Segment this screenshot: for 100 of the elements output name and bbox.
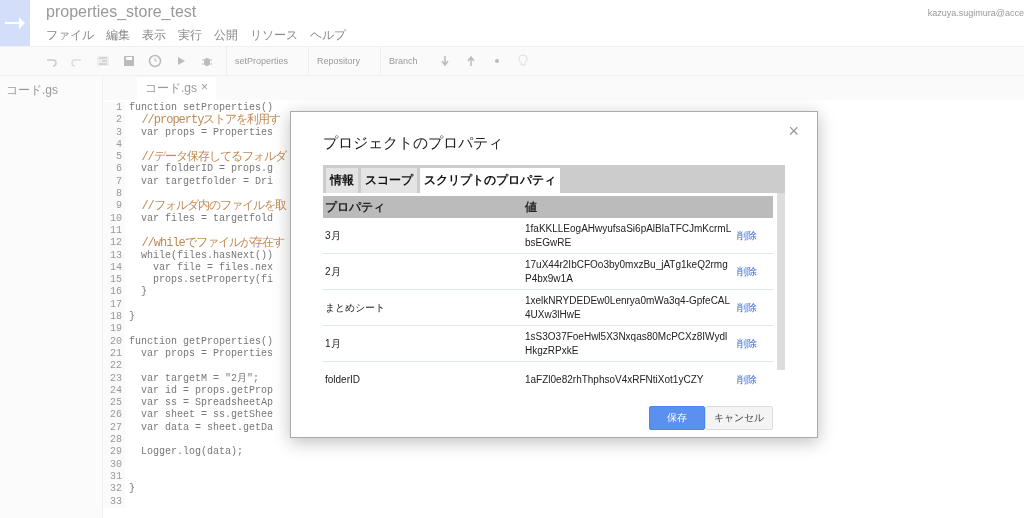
line-number: 13: [109, 249, 122, 262]
property-value: 1faKKLLEogAHwyufsaSi6pAlBlaTFCJmKcrmLbsEGwRE: [525, 221, 733, 250]
menu-item[interactable]: ファイル: [46, 26, 94, 44]
code-line: var props = Properties: [140, 347, 275, 361]
code-line: }: [140, 286, 148, 299]
editor-tab[interactable]: コード.gs: [145, 80, 197, 97]
delete-link[interactable]: 削除: [737, 336, 757, 351]
lightbulb-icon[interactable]: [515, 54, 530, 68]
property-value: 1xelkNRYDEDEw0Lenrya0mWa3q4-GpfeCAL4UXw3lHwE: [525, 293, 732, 322]
code-line: //whileでファイルが存在す: [140, 237, 285, 250]
line-number: 22: [109, 360, 122, 373]
close-button[interactable]: ×: [782, 120, 805, 143]
code-line: var targetM = "2月";: [140, 372, 261, 385]
line-number: 29: [109, 446, 122, 459]
line-number: 11: [109, 224, 122, 238]
column-header: 値: [525, 200, 538, 214]
line-number: 4: [115, 138, 122, 152]
code-line: var folderID = props.g: [140, 163, 275, 176]
dialog-tab[interactable]: 情報: [326, 168, 358, 193]
line-number: 17: [109, 298, 122, 312]
file-item[interactable]: コード.gs: [0, 76, 102, 105]
column-header: プロパティ: [324, 198, 386, 216]
code-line: var files = targetfold: [140, 212, 275, 225]
code-line: var targetfolder = Dri: [140, 175, 275, 189]
line-number: 31: [109, 470, 122, 484]
code-line: function getProperties(): [129, 335, 275, 348]
project-title[interactable]: properties_store_test: [46, 2, 928, 21]
code-line: //データ保存してるフォルダ: [140, 151, 286, 164]
line-number: 28: [109, 434, 122, 447]
line-number: 33: [109, 495, 122, 508]
code-line: Logger.log(data);: [140, 446, 245, 459]
property-name: 3月: [324, 228, 342, 243]
code-line: var props = Properties: [140, 126, 275, 139]
line-number: 27: [109, 421, 122, 434]
code-line: var id = props.getProp: [140, 384, 275, 397]
clock-icon[interactable]: [148, 54, 162, 68]
menu-item[interactable]: 表示: [142, 26, 166, 44]
property-value: 1aFZl0e82rhThphsoV4xRFNtiXot1yCZY: [525, 372, 705, 387]
delete-link[interactable]: 削除: [737, 300, 757, 315]
menu-item[interactable]: 実行: [178, 26, 202, 44]
line-number: 32: [109, 483, 122, 496]
line-number: 30: [109, 458, 122, 471]
dialog-tab[interactable]: スコープ: [361, 168, 417, 193]
property-name: 1月: [324, 336, 342, 351]
line-number: 15: [109, 274, 122, 287]
code-line: while(files.hasNext()): [140, 249, 275, 262]
line-number: 24: [109, 384, 122, 398]
line-number: 23: [109, 372, 122, 385]
scrollbar[interactable]: [777, 193, 785, 370]
delete-link[interactable]: 削除: [737, 228, 757, 243]
line-number: 20: [109, 335, 122, 348]
repository-menu[interactable]: Repository: [317, 56, 361, 66]
delete-link[interactable]: 削除: [737, 264, 757, 279]
line-number: 7: [115, 175, 122, 189]
code-line: function setProperties(): [129, 102, 274, 114]
line-number: 25: [109, 397, 122, 410]
user-email[interactable]: kazuya.sugimura@acce: [927, 0, 1024, 46]
code-line: var data = sheet.getDa: [140, 421, 275, 434]
line-number: 9: [115, 200, 122, 213]
code-line: var ss = SpreadsheetAp: [140, 397, 275, 409]
indent-icon[interactable]: [96, 54, 110, 68]
property-value: 17uX44r2IbCFOo3by0mxzBu_jATg1keQ2rmgP4bx9w1A: [525, 257, 729, 286]
line-number: 19: [109, 323, 122, 336]
dialog-tab[interactable]: スクリプトのプロパティ: [420, 168, 560, 193]
line-number: 6: [115, 163, 122, 176]
cancel-button[interactable]: キャンセル: [705, 406, 773, 430]
line-number: 12: [109, 237, 122, 250]
code-line: }: [129, 483, 136, 496]
line-number: 10: [109, 212, 122, 225]
code-line: props.setProperty(fi: [152, 274, 275, 287]
menu-item[interactable]: ヘルプ: [310, 26, 346, 44]
function-select[interactable]: setProperties: [235, 56, 289, 66]
line-number: 16: [109, 286, 122, 299]
tab-close-button[interactable]: ×: [201, 80, 209, 97]
property-name: まとめシート: [324, 300, 386, 315]
line-number: 2: [115, 114, 122, 127]
line-number: 3: [115, 126, 122, 139]
delete-link[interactable]: 削除: [737, 372, 757, 387]
file-name[interactable]: コード.gs: [6, 82, 58, 99]
code-line: }: [129, 311, 136, 324]
line-number: 14: [109, 261, 122, 275]
line-number: 5: [115, 151, 122, 164]
line-number: 18: [109, 311, 122, 324]
menu-item[interactable]: 編集: [106, 26, 130, 44]
save-icon[interactable]: [122, 54, 136, 68]
code-line: //propertyストアを利用す: [140, 114, 282, 127]
code-line: var sheet = ss.getShee: [140, 409, 275, 422]
property-value: 1sS3O37FoeHwl5X3Nxqas80McPCXz8IWydlHkgzRPxkE: [525, 329, 729, 358]
line-number: 8: [115, 188, 122, 201]
line-number: 26: [109, 409, 122, 422]
line-number: 21: [109, 347, 122, 361]
save-button[interactable]: 保存: [649, 406, 705, 430]
dialog-title: プロジェクトのプロパティ: [323, 134, 504, 153]
menu-item[interactable]: リソース: [250, 26, 298, 44]
property-name: folderID: [324, 374, 361, 385]
code-line: var file = files.nex: [152, 261, 275, 274]
menu-item[interactable]: 公開: [214, 26, 238, 44]
code-line: //フォルダ内のファイルを取: [140, 200, 286, 213]
line-number: 1: [115, 102, 122, 115]
branch-menu[interactable]: Branch: [389, 56, 418, 66]
